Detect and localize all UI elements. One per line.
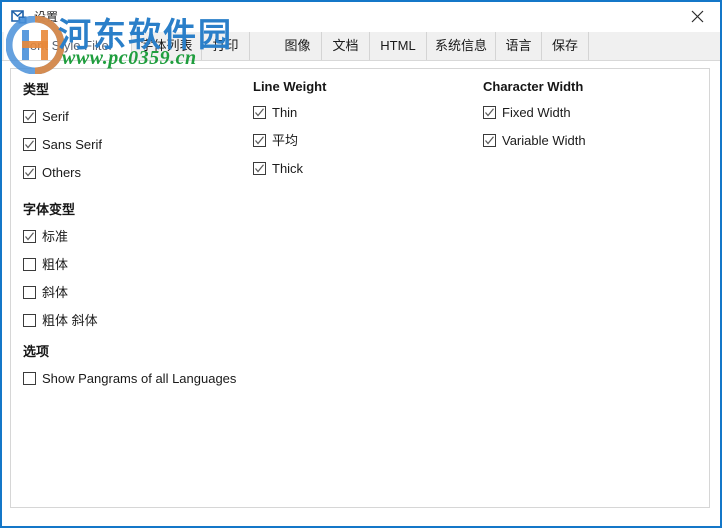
group-type: 类型 Serif Sans Serif Others <box>23 79 243 191</box>
checkbox-label: 标准 <box>42 228 69 244</box>
checkbox-box-unchecked <box>23 257 36 271</box>
tab-font-style-filter[interactable]: Font Style Filter <box>4 32 132 60</box>
checkbox-box-checked <box>23 109 36 123</box>
font-style-filter-panel: 类型 Serif Sans Serif Others Line Weight T… <box>10 68 710 508</box>
checkbox-box-checked <box>483 105 496 119</box>
checkbox-sans-serif[interactable]: Sans Serif <box>23 135 243 153</box>
checkbox-label: Show Pangrams of all Languages <box>42 370 237 386</box>
checkbox-box-checked <box>253 133 266 147</box>
checkbox-label: Thick <box>272 160 304 176</box>
checkbox-box-checked <box>483 133 496 147</box>
tab-system-info[interactable]: 系统信息 <box>427 32 496 60</box>
checkbox-label: 斜体 <box>42 284 69 300</box>
group-font-variant: 字体变型 标准 粗体 斜体 粗体 斜体 <box>23 199 243 339</box>
checkbox-thick[interactable]: Thick <box>253 159 473 177</box>
checkbox-bold[interactable]: 粗体 <box>23 255 243 273</box>
checkbox-regular[interactable]: 标准 <box>23 227 243 245</box>
group-character-width-title: Character Width <box>483 79 584 94</box>
tab-strip: Font Style Filter 字体列表 打印 图像 文档 HTML 系统信… <box>2 32 720 61</box>
check-icon <box>485 135 494 144</box>
checkbox-label: Serif <box>42 108 69 124</box>
checkbox-label: Others <box>42 164 82 180</box>
checkbox-box-checked <box>23 229 36 243</box>
checkbox-box-checked <box>23 137 36 151</box>
checkbox-box-unchecked <box>23 371 36 385</box>
tab-html[interactable]: HTML <box>370 32 427 60</box>
tab-document[interactable]: 文档 <box>322 32 370 60</box>
check-icon <box>255 163 264 172</box>
checkbox-average[interactable]: 平均 <box>253 131 473 149</box>
checkbox-bold-italic[interactable]: 粗体 斜体 <box>23 311 243 329</box>
close-button[interactable] <box>675 2 720 31</box>
app-settings-icon <box>10 8 28 26</box>
checkbox-box-unchecked <box>23 285 36 299</box>
check-icon <box>25 111 34 120</box>
check-icon <box>255 107 264 116</box>
checkbox-italic[interactable]: 斜体 <box>23 283 243 301</box>
checkbox-box-unchecked <box>23 313 36 327</box>
checkbox-serif[interactable]: Serif <box>23 107 243 125</box>
check-icon <box>485 107 494 116</box>
tab-print[interactable]: 打印 <box>202 32 250 60</box>
checkbox-label: 粗体 <box>42 256 69 272</box>
checkbox-label: Sans Serif <box>42 136 102 152</box>
checkbox-fixed-width[interactable]: Fixed Width <box>483 103 701 121</box>
title-bar: 设置 <box>2 2 720 32</box>
checkbox-variable-width[interactable]: Variable Width <box>483 131 701 149</box>
check-icon <box>25 231 34 240</box>
checkbox-label: Thin <box>272 104 298 120</box>
group-options-title: 选项 <box>23 344 50 359</box>
check-icon <box>255 135 264 144</box>
checkbox-label: 粗体 斜体 <box>42 312 98 328</box>
check-icon <box>25 167 34 176</box>
group-options: 选项 Show Pangrams of all Languages <box>23 341 423 397</box>
group-line-weight: Line Weight Thin 平均 Thick <box>253 79 473 187</box>
group-font-variant-title: 字体变型 <box>23 202 76 217</box>
group-type-title: 类型 <box>23 82 50 97</box>
checkbox-box-checked <box>253 105 266 119</box>
checkbox-box-checked <box>23 165 36 179</box>
group-line-weight-title: Line Weight <box>253 79 327 94</box>
check-icon <box>25 139 34 148</box>
close-icon <box>691 10 704 23</box>
checkbox-label: Variable Width <box>502 132 586 148</box>
checkbox-others[interactable]: Others <box>23 163 243 181</box>
settings-window: 设置 Font Style Filter 字体列表 打印 图像 文档 HTML … <box>0 0 722 528</box>
checkbox-thin[interactable]: Thin <box>253 103 473 121</box>
checkbox-label: Fixed Width <box>502 104 571 120</box>
checkbox-label: 平均 <box>272 132 299 148</box>
tab-save[interactable]: 保存 <box>542 32 589 60</box>
tab-font-list[interactable]: 字体列表 <box>132 32 202 60</box>
window-title: 设置 <box>34 10 59 24</box>
checkbox-show-pangrams[interactable]: Show Pangrams of all Languages <box>23 369 423 387</box>
tab-image[interactable]: 图像 <box>274 32 322 60</box>
tab-language[interactable]: 语言 <box>496 32 542 60</box>
group-character-width: Character Width Fixed Width Variable Wid… <box>483 79 701 159</box>
checkbox-box-checked <box>253 161 266 175</box>
